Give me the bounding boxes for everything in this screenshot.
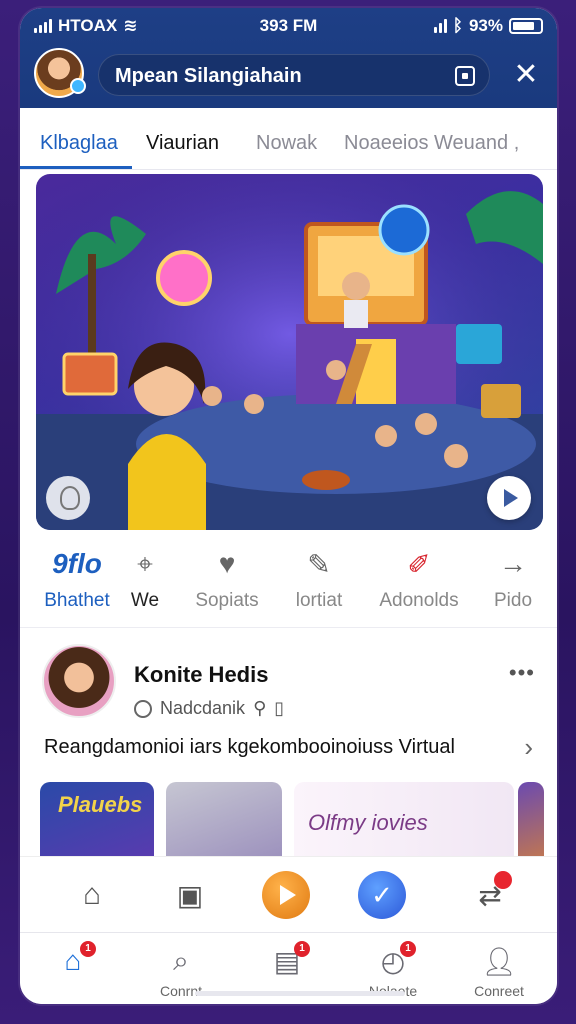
camera-icon[interactable] xyxy=(455,66,475,86)
tab-bar: Klbaglaa Viaurian Nowak Noaeeios Weuand … xyxy=(20,118,557,170)
home-badge: 1 xyxy=(80,941,96,957)
tab-weuand[interactable]: Weuand , xyxy=(434,132,519,155)
post-meta: Nadcdanik ⚲ ▯ xyxy=(134,698,284,719)
arrow-right-icon: → xyxy=(499,548,527,579)
hero-banner[interactable] xyxy=(36,174,543,530)
quick-dock: ⌂ ▣ ⇄ xyxy=(20,856,557,932)
search-icon: ⌕ xyxy=(173,944,189,976)
tab-nowak[interactable]: Nowak xyxy=(256,132,317,155)
pin-icon: ⌖ xyxy=(137,547,153,579)
action-label: Sopiats xyxy=(195,590,259,611)
nav-profile[interactable]: 👤︎ Conreet xyxy=(454,943,544,1000)
home-indicator[interactable] xyxy=(195,991,405,996)
action-label: Adonolds xyxy=(379,590,459,611)
dock-home-icon[interactable]: ⌂ xyxy=(68,871,116,919)
phone-icon: ▯ xyxy=(274,698,285,718)
clock-icon xyxy=(134,699,152,718)
post-text: Reangdamonioi iars kgekombooinoiuss Virt… xyxy=(44,736,455,758)
profile-avatar[interactable] xyxy=(34,48,86,98)
notifications-badge: 1 xyxy=(400,941,416,957)
thumbnail-2[interactable] xyxy=(166,782,282,866)
hero-mic-icon[interactable] xyxy=(46,476,90,520)
tab-noaeeios[interactable]: Noaeeios xyxy=(344,132,429,155)
inbox-icon: ▤ 1 xyxy=(242,941,332,979)
post-sub-text: Nadcdanik xyxy=(160,698,246,718)
phone-screen: HTOAX ≋ 393 FM ᛒ 93% Mpean Silangiahain … xyxy=(20,8,557,1004)
attachment-icon: ⚲ xyxy=(253,698,267,718)
dock-check-icon[interactable] xyxy=(358,871,406,919)
status-bar: HTOAX ≋ 393 FM ᛒ 93% xyxy=(34,16,543,40)
thumbnail-3[interactable]: Olfmy iovies xyxy=(294,782,514,866)
nav-label: Conreet xyxy=(474,983,524,999)
search-value: Mpean Silangiahain xyxy=(115,65,302,87)
chevron-right-icon[interactable]: › xyxy=(524,732,533,763)
action-sopiats[interactable]: ♥ Sopiats xyxy=(182,544,272,612)
hero-play-button[interactable] xyxy=(487,476,531,520)
dock-link-icon[interactable]: ⇄ xyxy=(466,871,514,919)
action-lortiat[interactable]: ✎ lortiat xyxy=(274,544,364,612)
heart-icon: ♥ xyxy=(218,548,236,579)
online-status-icon xyxy=(70,78,86,94)
nav-home[interactable]: ⌂ 1 xyxy=(28,941,118,983)
thumbnail-title: Olfmy iovies xyxy=(308,810,428,835)
feather-icon: ✎ xyxy=(307,548,331,580)
pen-icon: ✐ xyxy=(407,548,431,580)
battery-percent: 93% xyxy=(468,16,503,35)
post-author[interactable]: Konite Hedis xyxy=(134,662,268,688)
action-label: We xyxy=(130,590,160,611)
action-adonolds[interactable]: ✐ Adonolds xyxy=(374,544,464,612)
bluetooth-icon: ᛒ xyxy=(452,16,463,35)
tab-viaurian[interactable]: Viaurian xyxy=(146,132,219,155)
notification-badge xyxy=(494,871,512,889)
hero-illustration xyxy=(36,174,543,530)
bottom-nav: ⌂1 ⌕ Conrnt ▤1 ◴1 Nolaete 👤︎ Conreet xyxy=(20,932,557,1004)
post-card[interactable]: Konite Hedis Nadcdanik ⚲ ▯ ••• Reangdamo… xyxy=(20,632,557,782)
status-time: 393 FM xyxy=(259,16,318,35)
home-icon: ⌂ 1 xyxy=(28,941,118,979)
tab-klbaglaa[interactable]: Klbaglaa xyxy=(40,132,118,155)
action-label: Pido xyxy=(493,590,533,611)
cell-signal-icon xyxy=(433,19,447,33)
action-we[interactable]: ⌖ We xyxy=(100,544,190,612)
user-icon: 👤︎ xyxy=(481,945,517,977)
post-avatar[interactable] xyxy=(42,644,116,718)
thumbnail-1[interactable]: Plauebs xyxy=(40,782,154,866)
action-label: lortiat xyxy=(295,590,343,611)
thumbnail-title: Plauebs xyxy=(58,792,143,817)
dock-camera-icon[interactable]: ▣ xyxy=(166,871,214,919)
more-options-icon[interactable]: ••• xyxy=(509,660,535,686)
action-row: 9flo Bhathet ⌖ We ♥ Sopiats ✎ lortiat ✐ … xyxy=(20,544,557,628)
search-input[interactable]: Mpean Silangiahain xyxy=(98,54,490,96)
inbox-badge: 1 xyxy=(294,941,310,957)
close-icon[interactable]: ✕ xyxy=(511,60,541,90)
top-bar: HTOAX ≋ 393 FM ᛒ 93% Mpean Silangiahain … xyxy=(20,8,557,108)
clock-icon: ◴ 1 xyxy=(348,941,438,979)
battery-icon xyxy=(509,18,543,34)
thumbnail-strip: Plauebs Olfmy iovies xyxy=(20,782,557,866)
thumbnail-4[interactable] xyxy=(518,782,544,866)
nav-inbox[interactable]: ▤ 1 xyxy=(242,941,332,983)
dock-play-icon[interactable] xyxy=(262,871,310,919)
action-pido[interactable]: → Pido xyxy=(478,544,548,612)
active-tab-indicator xyxy=(20,166,132,169)
